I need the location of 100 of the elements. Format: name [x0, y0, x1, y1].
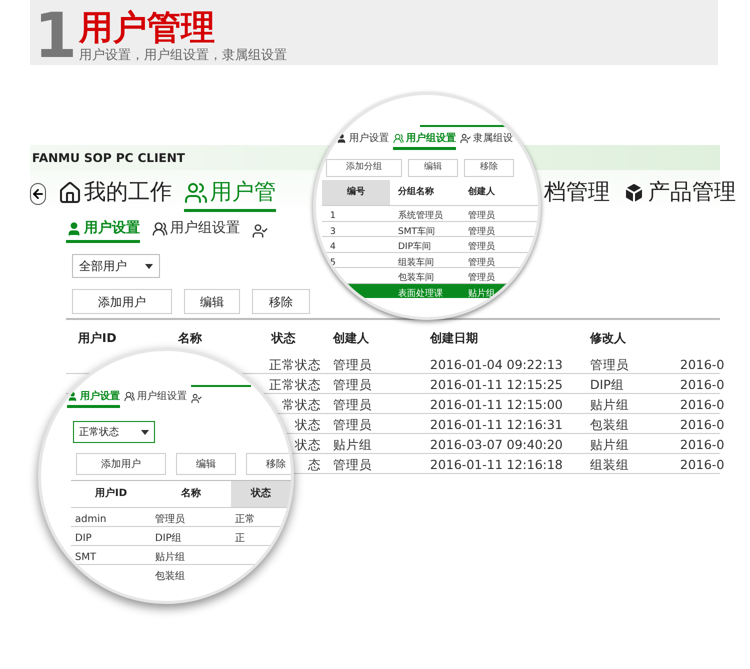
- table-cell: 2016-01-11 12:16:18: [430, 456, 563, 472]
- nav-tab[interactable]: 用户管: [184, 176, 276, 212]
- tab[interactable]: 用户设置: [336, 131, 389, 150]
- table-cell: 管理员: [468, 242, 495, 252]
- banner-title: 用户管理: [79, 9, 216, 47]
- table-cell: 态: [308, 456, 321, 472]
- table-cell: 2016-0: [680, 396, 724, 412]
- table-cell: 2016-0: [680, 436, 724, 452]
- table-cell: 包装车间: [398, 273, 434, 284]
- table-cell: 贴片组: [155, 552, 185, 563]
- column-header: 状态: [272, 331, 296, 345]
- toolbar-button[interactable]: 添加用户: [76, 453, 166, 475]
- table-cell: DIP组: [590, 376, 624, 392]
- filter-dropdown[interactable]: 全部用户: [72, 254, 160, 278]
- table-cell: 包装组: [590, 416, 629, 432]
- user-icon: [460, 133, 471, 144]
- back-icon: [31, 187, 45, 201]
- column-header: 名称: [178, 331, 202, 345]
- table-cell: 正: [235, 533, 245, 544]
- user-icon: [336, 133, 347, 144]
- table-cell: 管理员: [468, 226, 495, 237]
- table-cell: 管理员: [333, 456, 372, 472]
- table-cell: 贴片组: [590, 436, 629, 452]
- back-button[interactable]: [30, 183, 46, 205]
- app-title: FANMU SOP PC CLIENT: [32, 150, 185, 166]
- table-cell: 管理员: [590, 356, 629, 372]
- table-cell: 正常状态: [269, 376, 321, 392]
- table-cell: 系统管理员: [398, 211, 443, 222]
- column-header: 编号: [322, 180, 390, 205]
- table-cell: 2016-0: [680, 416, 724, 432]
- table-cell: 表面处理课: [398, 288, 443, 299]
- column-header: 创建人: [333, 331, 369, 345]
- table-cell: 包装组: [155, 571, 185, 582]
- user-icon: [66, 220, 82, 236]
- column-header: 名称: [180, 486, 202, 501]
- table-cell: 2016-01-11 12:15:00: [430, 396, 563, 412]
- filter-dropdown[interactable]: 正常状态: [73, 421, 155, 443]
- tab[interactable]: 用户设置: [67, 389, 120, 408]
- table-cell: 贴片组: [333, 436, 372, 452]
- table-cell: DIP: [75, 533, 92, 544]
- user-icon: [252, 223, 268, 239]
- table-cell: 状态: [295, 436, 321, 452]
- table-row[interactable]: 1 系统管理员 管理员: [322, 205, 538, 220]
- tab[interactable]: 用户组设置: [124, 389, 187, 408]
- users-icon: [152, 220, 168, 236]
- table-row[interactable]: 3 SMT车间 管理员: [322, 220, 538, 236]
- table-cell: SMT: [75, 552, 96, 563]
- column-header: 用户ID: [94, 486, 128, 501]
- tab[interactable]: 用户组设置: [152, 218, 240, 243]
- box-icon: [622, 180, 646, 204]
- table-cell: 状态: [295, 416, 321, 432]
- tab[interactable]: 用户设置: [66, 218, 140, 243]
- toolbar-button[interactable]: 移除: [464, 159, 514, 177]
- column-header: 创建人: [466, 185, 496, 199]
- table-cell: DIP组: [155, 533, 182, 544]
- nav-tab[interactable]: 产品管理: [622, 176, 736, 212]
- toolbar-button[interactable]: 移除: [246, 453, 291, 475]
- caret-icon: [145, 264, 153, 268]
- column-header: 状态: [231, 481, 291, 507]
- users-icon: [184, 180, 208, 204]
- column-header: 创建日期: [430, 331, 478, 345]
- table-cell: 管理员: [155, 514, 185, 525]
- table-cell: 2016-0: [680, 356, 724, 372]
- table-cell: SMT车间: [398, 226, 435, 237]
- table-cell: 贴片组: [590, 396, 629, 412]
- table-cell: 管理员: [468, 258, 495, 268]
- nav-tab[interactable]: 档管理: [544, 176, 610, 212]
- toolbar-button[interactable]: 编辑: [176, 453, 236, 475]
- table-cell: 2016-0: [680, 376, 724, 392]
- table-cell: 1: [330, 211, 336, 222]
- table-cell: 2016-01-11 12:16:31: [430, 416, 563, 432]
- toolbar-button[interactable]: 添加分组: [326, 159, 402, 177]
- table-cell: 2016-01-11 12:15:25: [430, 376, 563, 392]
- table-cell: 正常: [235, 514, 255, 525]
- tab[interactable]: 隶属组设: [460, 131, 513, 150]
- table-cell: 管理员: [333, 396, 372, 412]
- table-cell: 管理员: [468, 273, 495, 284]
- table-cell: 组装组: [590, 456, 629, 472]
- step-number: 1: [34, 7, 78, 65]
- tab[interactable]: 用户组设置: [393, 131, 456, 150]
- nav-tab[interactable]: 我的工作: [58, 176, 172, 212]
- table-cell: 3: [330, 226, 336, 237]
- column-header: 分组名称: [397, 186, 435, 199]
- table-cell: 正常状态: [269, 356, 321, 372]
- table-cell: DIP车间: [398, 242, 432, 252]
- table-cell: 管理员: [468, 211, 495, 222]
- caret-icon: [141, 430, 149, 434]
- toolbar-button[interactable]: 编辑: [408, 159, 458, 177]
- table-cell: 2016-01-04 09:22:13: [430, 356, 563, 372]
- table-cell: 管理员: [333, 356, 372, 372]
- toolbar-button[interactable]: 添加用户: [72, 289, 172, 314]
- table-cell: 管理员: [333, 416, 372, 432]
- toolbar-button[interactable]: 移除: [252, 289, 310, 314]
- column-header: 修改人: [590, 331, 626, 345]
- banner-subtitle: 用户设置，用户组设置，隶属组设置: [79, 47, 288, 65]
- table-cell: admin: [75, 514, 106, 525]
- toolbar-button[interactable]: 编辑: [184, 289, 240, 314]
- table-cell: 组装车间: [398, 258, 434, 268]
- table-cell: 4: [330, 242, 336, 252]
- column-header: 用户ID: [78, 331, 116, 345]
